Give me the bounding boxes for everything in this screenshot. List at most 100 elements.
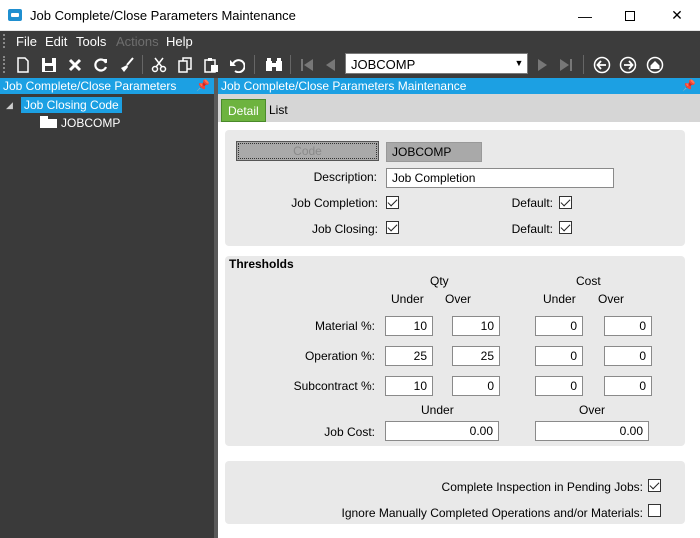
qty-over-header: Over bbox=[445, 292, 472, 306]
toolbar-separator bbox=[290, 55, 291, 74]
main-pane: Job Complete/Close Parameters Maintenanc… bbox=[218, 78, 700, 538]
cost-under-header: Under bbox=[543, 292, 576, 306]
menu-tools[interactable]: Tools bbox=[76, 34, 106, 49]
ignore-manual-checkbox[interactable] bbox=[648, 504, 661, 517]
tree-root-item[interactable]: Job Closing Code bbox=[21, 97, 122, 113]
first-record-button[interactable] bbox=[296, 54, 318, 76]
window-title: Job Complete/Close Parameters Maintenanc… bbox=[30, 8, 296, 23]
pin-icon[interactable]: 📌 bbox=[682, 78, 696, 94]
material-qty-under-field[interactable]: 10 bbox=[385, 316, 433, 336]
scissors-icon bbox=[151, 57, 167, 73]
maximize-button[interactable] bbox=[607, 0, 653, 31]
copy-icon bbox=[178, 57, 192, 73]
record-combo[interactable]: JOBCOMP ▼ bbox=[345, 53, 528, 74]
title-bar: Job Complete/Close Parameters Maintenanc… bbox=[0, 0, 700, 31]
job-cost-over-header: Over bbox=[579, 403, 606, 417]
job-closing-checkbox[interactable] bbox=[386, 221, 399, 234]
cut-button[interactable] bbox=[148, 54, 170, 76]
clear-button[interactable] bbox=[116, 54, 138, 76]
previous-record-button[interactable] bbox=[320, 54, 342, 76]
paste-button[interactable] bbox=[200, 54, 222, 76]
toolbar-grip bbox=[3, 56, 6, 73]
first-record-icon bbox=[301, 59, 313, 71]
menu-file[interactable]: File bbox=[16, 34, 37, 49]
menu-bar: File Edit Tools Actions Help bbox=[0, 31, 700, 51]
subcontract-label: Subcontract %: bbox=[293, 379, 375, 393]
operation-qty-over-field[interactable]: 25 bbox=[452, 346, 500, 366]
chevron-down-icon[interactable]: ▼ bbox=[513, 58, 525, 70]
job-completion-label: Job Completion: bbox=[291, 196, 378, 210]
navigation-pane-header: Job Complete/Close Parameters 📌 bbox=[0, 78, 214, 94]
toolbar-separator bbox=[583, 55, 584, 74]
forward-button[interactable] bbox=[617, 54, 639, 76]
job-completion-checkbox[interactable] bbox=[386, 196, 399, 209]
material-qty-over-field[interactable]: 10 bbox=[452, 316, 500, 336]
paste-icon bbox=[204, 58, 218, 73]
main-pane-title: Job Complete/Close Parameters Maintenanc… bbox=[221, 79, 467, 93]
job-closing-default-label: Default: bbox=[511, 222, 553, 236]
last-record-button[interactable] bbox=[555, 54, 577, 76]
qty-under-header: Under bbox=[391, 292, 424, 306]
cost-header: Cost bbox=[576, 274, 601, 288]
broom-icon bbox=[121, 57, 134, 72]
next-record-button[interactable] bbox=[531, 54, 553, 76]
tree-collapse-icon[interactable]: ◢ bbox=[6, 100, 13, 111]
back-button[interactable] bbox=[591, 54, 613, 76]
description-field[interactable]: Job Completion bbox=[386, 168, 614, 188]
material-cost-over-field[interactable]: 0 bbox=[604, 316, 652, 336]
thresholds-title: Thresholds bbox=[229, 257, 294, 271]
toolbar-separator bbox=[142, 55, 143, 74]
job-closing-label: Job Closing: bbox=[311, 222, 378, 236]
refresh-icon bbox=[94, 58, 108, 72]
qty-header: Qty bbox=[430, 274, 449, 288]
header-group: Code JOBCOMP Description: Job Completion… bbox=[225, 130, 685, 246]
job-cost-label: Job Cost: bbox=[324, 425, 375, 439]
close-button[interactable]: ✕ bbox=[654, 0, 700, 31]
new-icon bbox=[17, 57, 29, 73]
home-button[interactable] bbox=[644, 54, 666, 76]
job-closing-default-checkbox[interactable] bbox=[559, 221, 572, 234]
subcontract-qty-under-field[interactable]: 10 bbox=[385, 376, 433, 396]
menu-help[interactable]: Help bbox=[166, 34, 193, 49]
find-button[interactable] bbox=[263, 54, 285, 76]
subcontract-cost-under-field[interactable]: 0 bbox=[535, 376, 583, 396]
options-group: Complete Inspection in Pending Jobs: Ign… bbox=[225, 461, 685, 524]
save-button[interactable] bbox=[38, 54, 60, 76]
job-cost-over-field[interactable]: 0.00 bbox=[535, 421, 649, 441]
subcontract-qty-over-field[interactable]: 0 bbox=[452, 376, 500, 396]
menu-actions[interactable]: Actions bbox=[116, 34, 159, 49]
operation-qty-under-field[interactable]: 25 bbox=[385, 346, 433, 366]
operation-label: Operation %: bbox=[304, 349, 375, 363]
copy-button[interactable] bbox=[174, 54, 196, 76]
complete-inspection-checkbox[interactable] bbox=[648, 479, 661, 492]
minimize-button[interactable]: — bbox=[562, 0, 608, 31]
code-button[interactable]: Code bbox=[236, 141, 379, 161]
tab-detail[interactable]: Detail bbox=[221, 99, 266, 122]
job-completion-default-checkbox[interactable] bbox=[559, 196, 572, 209]
close-icon: ✕ bbox=[671, 7, 683, 23]
menu-edit[interactable]: Edit bbox=[45, 34, 67, 49]
tab-strip: Detail List bbox=[218, 94, 700, 122]
undo-icon bbox=[230, 59, 245, 73]
last-record-icon bbox=[560, 59, 572, 71]
previous-record-icon bbox=[326, 59, 335, 71]
pin-icon[interactable]: 📌 bbox=[196, 78, 210, 94]
save-icon bbox=[42, 58, 56, 72]
operation-cost-over-field[interactable]: 0 bbox=[604, 346, 652, 366]
material-cost-under-field[interactable]: 0 bbox=[535, 316, 583, 336]
folder-icon bbox=[40, 116, 57, 128]
job-completion-default-label: Default: bbox=[511, 196, 553, 210]
tree-child-item[interactable]: JOBCOMP bbox=[61, 116, 120, 130]
navigation-pane-title: Job Complete/Close Parameters bbox=[3, 79, 177, 93]
code-field[interactable]: JOBCOMP bbox=[386, 142, 482, 162]
job-cost-under-field[interactable]: 0.00 bbox=[385, 421, 499, 441]
tab-list[interactable]: List bbox=[263, 99, 294, 122]
undo-button[interactable] bbox=[226, 54, 248, 76]
delete-button[interactable] bbox=[64, 54, 86, 76]
operation-cost-under-field[interactable]: 0 bbox=[535, 346, 583, 366]
new-button[interactable] bbox=[12, 54, 34, 76]
minimize-icon: — bbox=[578, 7, 592, 24]
forward-icon bbox=[619, 56, 637, 74]
refresh-button[interactable] bbox=[90, 54, 112, 76]
subcontract-cost-over-field[interactable]: 0 bbox=[604, 376, 652, 396]
